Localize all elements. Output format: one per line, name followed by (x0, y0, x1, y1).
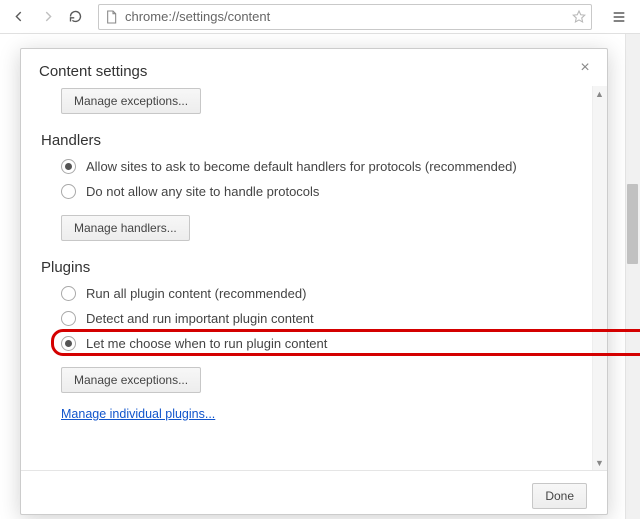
plugins-option-runall[interactable]: Run all plugin content (recommended) (61, 286, 575, 301)
browser-toolbar: chrome://settings/content (0, 0, 640, 34)
dialog-title: Content settings (21, 49, 607, 86)
url-text: chrome://settings/content (125, 9, 571, 24)
reload-button[interactable] (62, 4, 88, 30)
chrome-menu-button[interactable] (604, 4, 634, 30)
address-bar[interactable]: chrome://settings/content (98, 4, 592, 30)
manage-individual-plugins-link[interactable]: Manage individual plugins... (61, 407, 215, 421)
plugins-manage-exceptions-button[interactable]: Manage exceptions... (61, 367, 201, 393)
dialog-footer: Done (21, 470, 607, 514)
annotation-highlight (51, 329, 640, 356)
handlers-option-allow[interactable]: Allow sites to ask to become default han… (61, 159, 575, 174)
done-button[interactable]: Done (532, 483, 587, 509)
radio-icon (61, 286, 76, 301)
manage-handlers-button[interactable]: Manage handlers... (61, 215, 190, 241)
back-button[interactable] (6, 4, 32, 30)
bookmark-star-icon[interactable] (571, 9, 587, 25)
dialog-scroll-up-icon[interactable]: ▲ (592, 86, 607, 101)
radio-icon (61, 159, 76, 174)
radio-label: Allow sites to ask to become default han… (86, 159, 517, 174)
plugins-option-detect[interactable]: Detect and run important plugin content (61, 311, 575, 326)
dialog-scroll-down-icon[interactable]: ▼ (592, 455, 607, 470)
manage-exceptions-top-button[interactable]: Manage exceptions... (61, 88, 201, 114)
radio-label: Run all plugin content (recommended) (86, 286, 306, 301)
dialog-close-button[interactable]: × (575, 59, 595, 79)
dialog-scrollbar-track[interactable]: ▲ ▼ (592, 86, 607, 470)
page-scrollbar-thumb[interactable] (627, 184, 638, 264)
content-settings-dialog: Content settings × Manage exceptions... … (20, 48, 608, 515)
radio-icon (61, 184, 76, 199)
plugins-section-header: Plugins (41, 259, 575, 276)
handlers-option-block[interactable]: Do not allow any site to handle protocol… (61, 184, 575, 199)
radio-icon (61, 311, 76, 326)
radio-label: Detect and run important plugin content (86, 311, 314, 326)
dialog-body: Manage exceptions... Handlers Allow site… (21, 86, 607, 470)
page-icon (103, 9, 119, 25)
page-scrollbar-track[interactable] (625, 34, 640, 519)
forward-button[interactable] (34, 4, 60, 30)
handlers-section-header: Handlers (41, 132, 575, 149)
radio-label: Do not allow any site to handle protocol… (86, 184, 319, 199)
